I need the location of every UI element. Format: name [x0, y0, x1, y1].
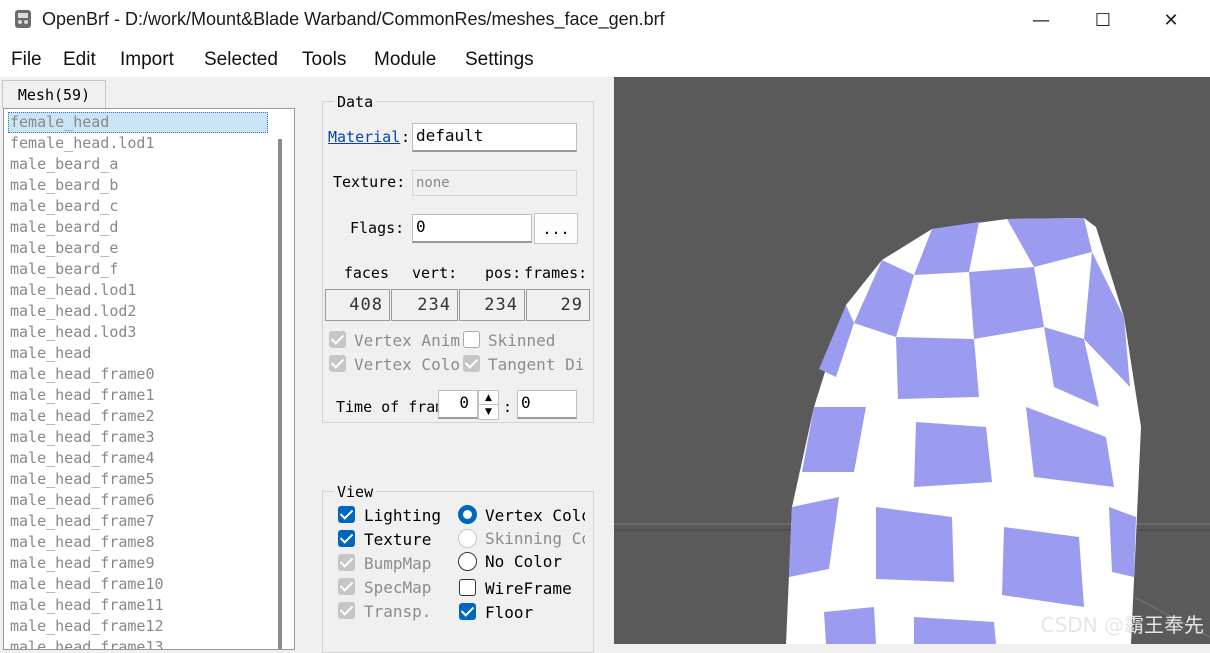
transp-label: Transp. — [364, 602, 432, 621]
list-item[interactable]: male_head_frame6 — [10, 491, 155, 509]
list-item[interactable]: male_head_frame2 — [10, 407, 155, 425]
menu-edit[interactable]: Edit — [63, 49, 96, 71]
pos-display: 234 — [459, 289, 525, 321]
time-separator: : — [503, 398, 513, 416]
skinned-label: Skinned — [488, 331, 556, 350]
list-item[interactable]: male_beard_e — [10, 239, 118, 257]
bumpmap-label: BumpMap — [364, 554, 432, 573]
vert-label: vert: — [412, 264, 458, 282]
frames-display: 29 — [526, 289, 590, 321]
list-item[interactable]: male_head_frame12 — [10, 617, 164, 635]
list-item[interactable]: male_head.lod2 — [10, 302, 136, 320]
list-item[interactable]: female_head.lod1 — [10, 134, 155, 152]
mesh-render — [614, 218, 1210, 644]
list-item[interactable]: male_head.lod3 — [10, 323, 136, 341]
texture-label: Texture: — [333, 173, 406, 191]
list-item[interactable]: male_head_frame4 — [10, 449, 155, 467]
minimize-button[interactable]: — — [1018, 0, 1064, 40]
vertex-color-label: Vertex Color — [354, 355, 460, 374]
list-item[interactable]: male_head — [10, 344, 91, 362]
texture-view-label: Texture — [364, 530, 432, 549]
vertex-color-radio[interactable] — [458, 505, 477, 524]
list-item[interactable]: female_head — [10, 113, 109, 131]
vertex-anim-label: Vertex Anim. — [354, 331, 470, 350]
floor-label: Floor — [485, 603, 534, 622]
floor-checkbox[interactable] — [459, 603, 476, 620]
openbrf-icon — [15, 10, 31, 28]
menu-selected[interactable]: Selected — [204, 49, 278, 71]
menu-file[interactable]: File — [11, 49, 42, 71]
tab-mesh[interactable]: Mesh(59) — [2, 80, 106, 108]
faces-display: 408 — [325, 289, 390, 321]
flags-field[interactable]: 0 — [412, 214, 532, 243]
lighting-label: Lighting — [364, 506, 442, 525]
list-item[interactable]: male_beard_f — [10, 260, 118, 278]
time-of-frame-label: Time of frame — [336, 398, 438, 416]
no-color-label: No Color — [485, 552, 563, 571]
list-scrollbar[interactable] — [278, 139, 282, 649]
lighting-checkbox[interactable] — [338, 506, 355, 523]
list-item[interactable]: male_head_frame13 — [10, 638, 164, 649]
specmap-checkbox — [338, 578, 355, 595]
flags-more-button[interactable]: ... — [534, 213, 578, 244]
list-item[interactable]: male_head.lod1 — [10, 281, 136, 299]
window-title: OpenBrf - D:/work/Mount&Blade Warband/Co… — [42, 9, 665, 29]
pos-label: pos: — [485, 264, 522, 282]
material-field[interactable]: default — [412, 123, 577, 152]
tangent-dir-checkbox — [463, 355, 480, 372]
title-bar: OpenBrf - D:/work/Mount&Blade Warband/Co… — [0, 0, 1210, 40]
menu-settings[interactable]: Settings — [465, 49, 534, 71]
time-field[interactable]: 0 — [517, 390, 577, 419]
transp-checkbox — [338, 602, 355, 619]
vert-display: 234 — [391, 289, 458, 321]
menu-tools[interactable]: Tools — [302, 49, 346, 71]
list-item[interactable]: male_head_frame8 — [10, 533, 155, 551]
menu-module[interactable]: Module — [374, 49, 436, 71]
list-item[interactable]: male_beard_b — [10, 176, 118, 194]
vertex-anim-checkbox — [329, 331, 346, 348]
wireframe-checkbox[interactable] — [459, 579, 476, 596]
list-item[interactable]: male_beard_d — [10, 218, 118, 236]
material-colon: : — [401, 128, 411, 146]
list-item[interactable]: male_head_frame3 — [10, 428, 155, 446]
data-group-title: Data — [334, 93, 377, 111]
vertex-color-radio-label: Vertex Color — [485, 506, 585, 525]
menu-import[interactable]: Import — [120, 49, 174, 71]
list-item[interactable]: male_head_frame11 — [10, 596, 164, 614]
wireframe-label: WireFrame — [485, 579, 572, 598]
texture-checkbox[interactable] — [338, 530, 355, 547]
list-item[interactable]: male_beard_c — [10, 197, 118, 215]
close-button[interactable]: ✕ — [1148, 0, 1194, 40]
list-item[interactable]: male_head_frame9 — [10, 554, 155, 572]
no-color-radio[interactable] — [458, 552, 477, 571]
list-item[interactable]: male_head_frame7 — [10, 512, 155, 530]
skinned-checkbox — [463, 331, 480, 348]
watermark: CSDN @霸王奉先 — [1040, 613, 1204, 637]
menu-bar — [0, 40, 1210, 77]
list-item[interactable]: male_beard_a — [10, 155, 118, 173]
skinning-color-label: Skinning Color — [485, 529, 585, 548]
time-spinbox[interactable]: 0 — [438, 390, 478, 419]
list-item[interactable]: male_head_frame1 — [10, 386, 155, 404]
view-group-title: View — [334, 483, 377, 501]
bumpmap-checkbox — [338, 554, 355, 571]
3d-viewport[interactable] — [614, 77, 1210, 644]
maximize-button[interactable]: ☐ — [1080, 0, 1126, 40]
list-item[interactable]: male_head_frame5 — [10, 470, 155, 488]
texture-field: none — [412, 170, 577, 196]
vertex-color-checkbox — [329, 355, 346, 372]
list-item[interactable]: male_head_frame0 — [10, 365, 155, 383]
list-item[interactable]: male_head_frame10 — [10, 575, 164, 593]
mesh-list[interactable]: female_head female_head.lod1 male_beard_… — [3, 108, 295, 650]
material-link[interactable]: Material — [328, 128, 400, 146]
flags-label: Flags: — [350, 219, 405, 237]
spin-down-arrow-icon[interactable]: ▼ — [478, 404, 499, 420]
frames-label: frames: — [524, 264, 588, 282]
specmap-label: SpecMap — [364, 578, 432, 597]
faces-label: faces: — [343, 264, 389, 282]
tangent-dir-label: Tangent Dir — [488, 355, 583, 374]
skinning-color-radio — [458, 529, 477, 548]
